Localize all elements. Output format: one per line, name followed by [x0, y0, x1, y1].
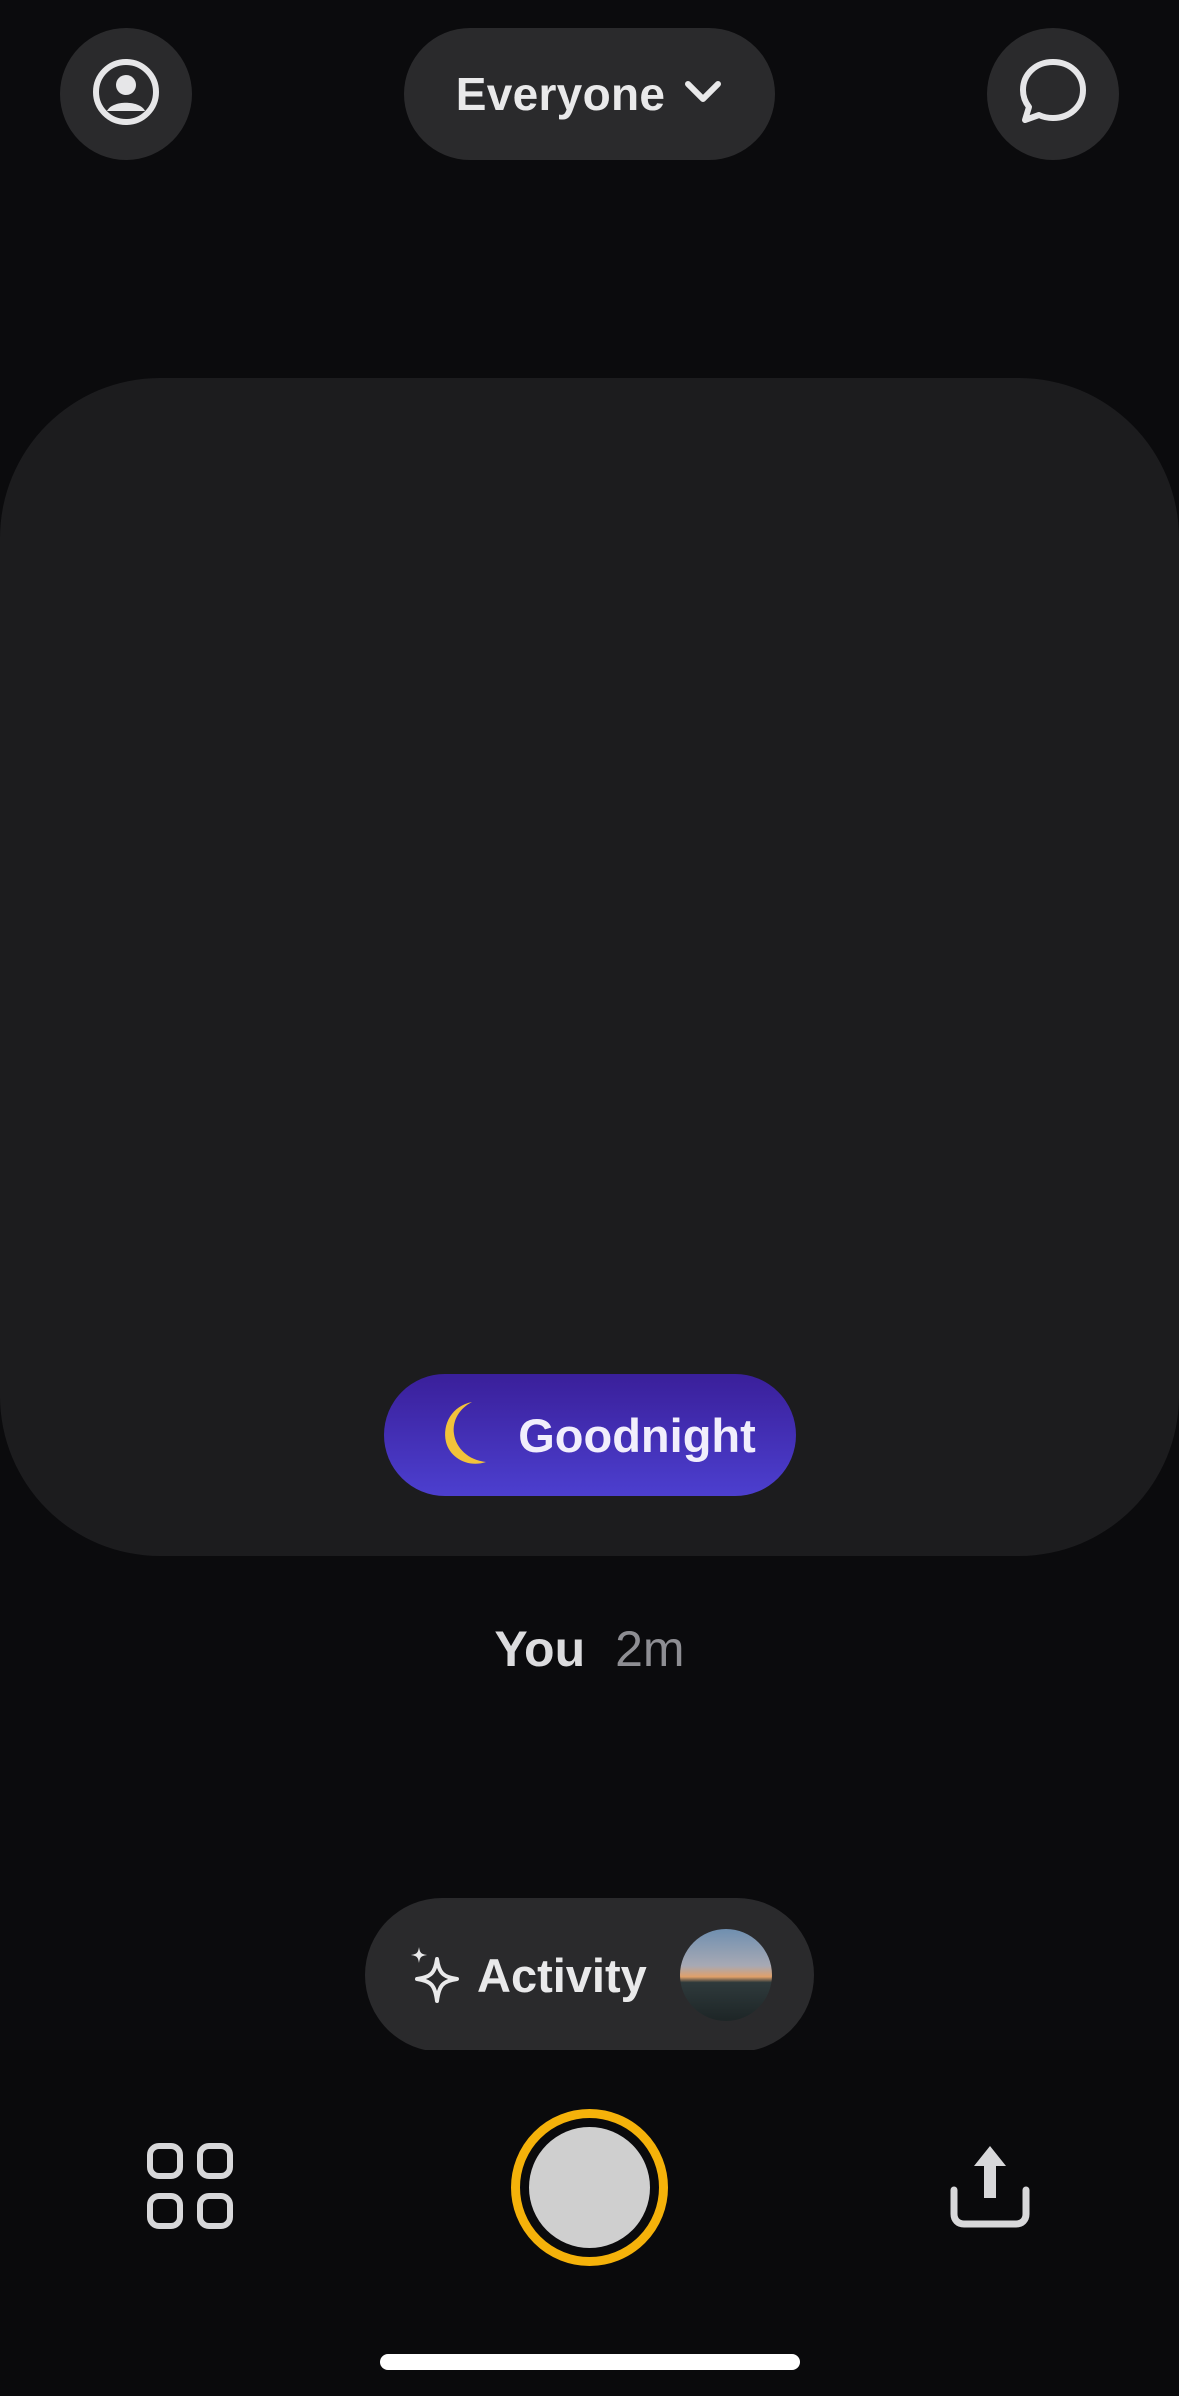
upload-button[interactable]	[940, 2138, 1040, 2238]
shutter-button[interactable]	[511, 2109, 668, 2266]
chat-bubble-icon	[1015, 54, 1091, 135]
post-time: 2m	[615, 1621, 685, 1677]
profile-button[interactable]	[60, 28, 192, 160]
grid-icon	[146, 2142, 234, 2235]
activity-label: Activity	[477, 1948, 647, 2002]
audience-label: Everyone	[455, 68, 666, 120]
share-upload-icon	[944, 2140, 1036, 2237]
shutter-inner	[529, 2127, 650, 2248]
sparkles-icon	[409, 1945, 461, 2005]
activity-thumbnail	[680, 1929, 772, 2021]
person-circle-icon	[90, 56, 162, 133]
author-name: You	[494, 1621, 586, 1677]
grid-button[interactable]	[140, 2138, 240, 2238]
chevron-down-icon	[683, 78, 723, 111]
chat-button[interactable]	[987, 28, 1119, 160]
home-indicator	[380, 2354, 800, 2370]
moon-icon	[424, 1396, 498, 1475]
mood-badge: Goodnight	[384, 1374, 796, 1496]
mood-label: Goodnight	[518, 1408, 756, 1462]
post-meta: You 2m	[0, 1620, 1179, 1678]
activity-button[interactable]: Activity	[365, 1898, 814, 2052]
audience-selector[interactable]: Everyone	[404, 28, 775, 160]
